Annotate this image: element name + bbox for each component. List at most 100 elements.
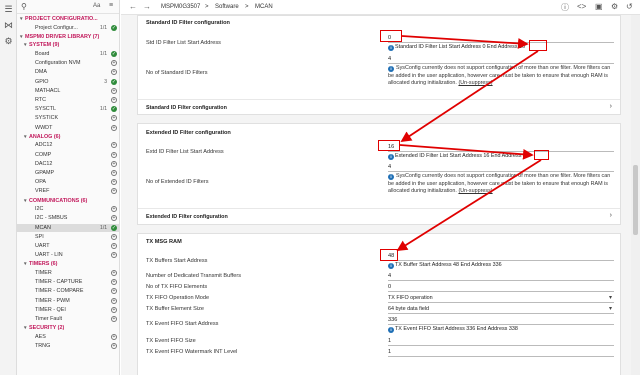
tree-item[interactable]: DMA + <box>17 68 119 76</box>
add-icon[interactable]: + <box>111 343 117 349</box>
tx-mode-select[interactable]: TX FIFO operation ▾ <box>388 294 614 303</box>
tree-category[interactable]: ▾ COMMUNICATIONS (6) <box>17 197 119 205</box>
add-icon[interactable]: + <box>111 316 117 322</box>
tree-item[interactable]: MATHACL + <box>17 87 119 95</box>
tree-item[interactable]: Board 1/1 ✓ <box>17 50 119 58</box>
select-value: TX FIFO operation <box>388 295 433 301</box>
tree-item[interactable]: WWDT + <box>17 124 119 132</box>
add-icon[interactable]: + <box>111 69 117 76</box>
add-icon[interactable]: + <box>111 151 117 158</box>
vertical-scrollbar[interactable] <box>631 15 640 375</box>
unsuppress-link[interactable]: (Un-suppress) <box>458 80 492 86</box>
add-icon[interactable]: + <box>111 243 117 249</box>
info-icon: i <box>388 263 394 269</box>
tree-item[interactable]: SYSCTL 1/1 ✓ <box>17 105 119 113</box>
tree-item[interactable]: COMP + <box>17 151 119 159</box>
add-icon[interactable]: + <box>111 87 117 94</box>
field-label: No of Extended ID Filters <box>146 179 209 185</box>
add-icon[interactable]: + <box>111 233 117 240</box>
tree-item[interactable]: TIMER + <box>17 269 119 277</box>
tree-item[interactable]: UART + <box>17 242 119 250</box>
tree-item[interactable]: I2C - SMBUS + <box>17 214 119 222</box>
add-icon[interactable]: + <box>111 142 117 149</box>
tree-item[interactable]: Configuration NVM + <box>17 59 119 67</box>
field-label: TX Event FIFO Watermark INT Level <box>146 349 238 355</box>
tx-evt-wm-input[interactable]: 1 <box>388 349 391 355</box>
std-subsection[interactable]: Standard ID Filter configuration › <box>138 99 620 115</box>
filter-icon[interactable]: ≡ <box>109 2 113 9</box>
tree-item[interactable]: UART - LIN + <box>17 251 119 259</box>
tree-item[interactable]: TIMER - QEI + <box>17 306 119 314</box>
tree-item[interactable]: VREF + <box>17 187 119 195</box>
tree-item[interactable]: DAC12 + <box>17 160 119 168</box>
tree-category[interactable]: ▾ MSPM0 DRIVER LIBRARY (7) <box>17 33 119 41</box>
add-icon[interactable]: + <box>111 60 117 67</box>
tree-item[interactable]: TIMER - PWM + <box>17 297 119 305</box>
search-icon[interactable]: ⚲ <box>21 2 27 11</box>
tree-item[interactable]: RTC + <box>17 96 119 104</box>
settings-icon[interactable]: ⚙ <box>3 36 14 47</box>
add-icon[interactable]: + <box>111 160 117 167</box>
add-icon[interactable]: + <box>111 252 117 259</box>
files-icon[interactable]: ☰ <box>3 4 14 15</box>
code-icon[interactable]: <> <box>577 2 586 11</box>
add-icon[interactable]: + <box>111 124 117 131</box>
tree-item[interactable]: GPIO 3 ✓ <box>17 78 119 86</box>
add-icon[interactable]: + <box>111 188 117 195</box>
tree-item[interactable]: MCAN 1/1 ✓ <box>17 223 119 232</box>
tree-category[interactable]: ▾ PROJECT CONFIGURATIO... <box>17 15 119 23</box>
tree-category[interactable]: ▾ TIMERS (6) <box>17 260 119 268</box>
add-icon[interactable]: + <box>111 170 117 176</box>
tx-evt-size-input[interactable]: 1 <box>388 338 391 344</box>
tx-fifo-input[interactable]: 0 <box>388 284 391 290</box>
tree-item[interactable]: SPI + <box>17 233 119 241</box>
tree-item[interactable]: Project Configur... 1/1 ✓ <box>17 24 119 32</box>
arrow-right-icon[interactable]: → <box>143 2 151 11</box>
tree-category[interactable]: ▾ SYSTEM (9) <box>17 41 119 49</box>
tx-elsize-select[interactable]: 64 byte data field ▾ <box>388 305 614 314</box>
arrow-left-icon[interactable]: ← <box>129 2 137 11</box>
tree-item[interactable]: SYSTICK + <box>17 114 119 122</box>
tree-item[interactable]: ADC12 + <box>17 141 119 149</box>
add-icon[interactable]: + <box>111 115 117 122</box>
tree-item[interactable]: I2C + <box>17 205 119 213</box>
tree-item[interactable]: GPAMP + <box>17 169 119 177</box>
cpu-icon[interactable]: ▣ <box>595 2 603 11</box>
tree-item[interactable]: TIMER - CAPTURE + <box>17 278 119 286</box>
info-icon[interactable]: ⓘ <box>561 2 569 13</box>
tree-item[interactable]: TIMER - COMPARE + <box>17 287 119 295</box>
add-icon[interactable]: + <box>111 179 117 186</box>
tree-category[interactable]: ▾ SECURITY (2) <box>17 324 119 332</box>
add-icon[interactable]: + <box>111 306 117 313</box>
add-icon[interactable]: + <box>111 206 117 213</box>
add-icon[interactable]: + <box>111 288 117 295</box>
add-icon[interactable]: + <box>111 97 117 103</box>
history-icon[interactable]: ↺ <box>626 2 633 11</box>
add-icon[interactable]: + <box>111 297 117 304</box>
add-icon[interactable]: + <box>111 215 117 222</box>
check-icon: ✓ <box>111 51 117 57</box>
add-icon[interactable]: + <box>111 270 117 276</box>
chevron-right-icon[interactable]: › <box>610 103 612 110</box>
breadcrumb-project[interactable]: MSPM0G3507 <box>161 4 200 10</box>
gear-icon[interactable]: ⚙ <box>611 2 618 11</box>
add-icon[interactable]: + <box>111 279 117 286</box>
tx-evt-start-input[interactable]: 336 <box>388 317 397 323</box>
tree-item[interactable]: TRNG + <box>17 342 119 350</box>
hierarchy-icon[interactable]: ⋈ <box>3 20 14 31</box>
scrollbar-thumb[interactable] <box>633 165 638 235</box>
chevron-right-icon[interactable]: › <box>610 212 612 219</box>
tx-ded-input[interactable]: 4 <box>388 273 391 279</box>
add-icon[interactable]: + <box>111 333 117 340</box>
breadcrumb-software[interactable]: Software <box>215 4 239 10</box>
tree-category[interactable]: ▾ ANALOG (6) <box>17 133 119 141</box>
tree-item[interactable]: OPA + <box>17 178 119 186</box>
std-num-input[interactable]: 4 <box>388 56 391 62</box>
match-case-toggle[interactable]: Aa <box>93 3 100 9</box>
tree-item[interactable]: Timer Fault + <box>17 315 119 323</box>
unsuppress-link[interactable]: (Un-suppress) <box>458 188 492 194</box>
tree-item[interactable]: AES + <box>17 333 119 341</box>
tree-label: UART <box>35 243 50 249</box>
ext-subsection[interactable]: Extended ID Filter configuration › <box>138 208 620 224</box>
ext-num-input[interactable]: 4 <box>388 164 391 170</box>
